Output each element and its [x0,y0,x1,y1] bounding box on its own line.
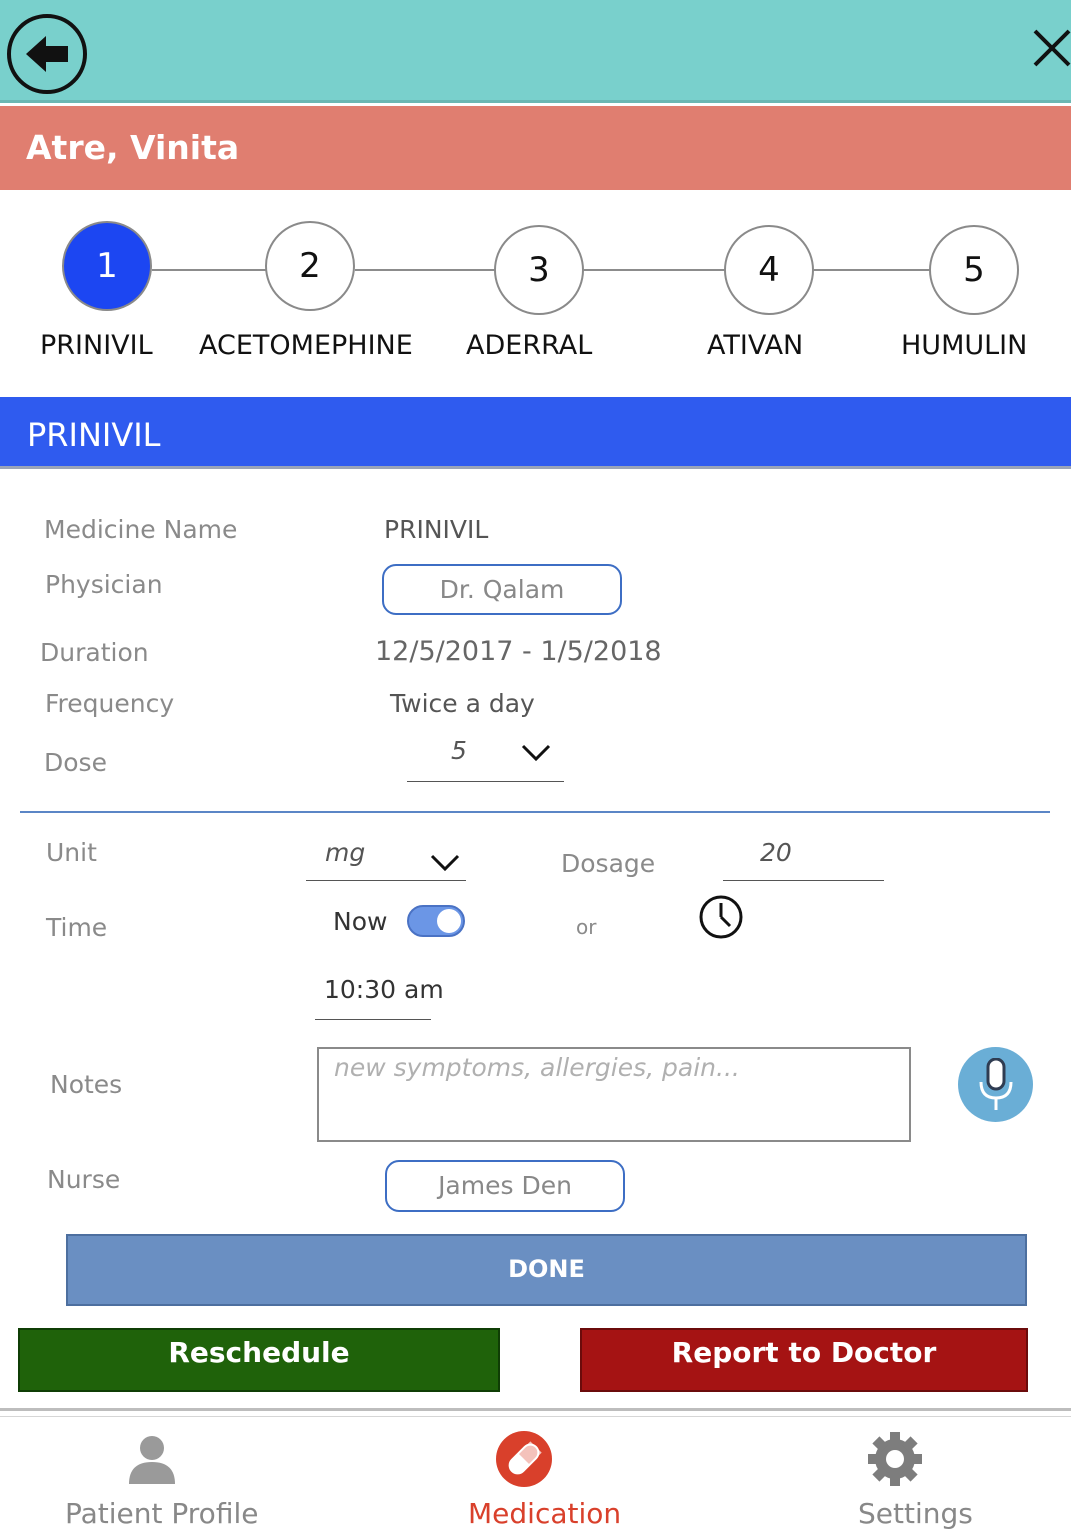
physician-label: Physician [45,570,163,599]
time-underline [315,1019,431,1020]
patient-name: Atre, Vinita [26,128,240,167]
back-button[interactable] [7,14,87,94]
dose-underline [407,781,564,782]
nurse-label: Nurse [47,1165,121,1194]
step-label-4[interactable]: ATIVAN [707,330,803,361]
physician-field[interactable]: Dr. Qalam [382,564,622,615]
time-value[interactable]: 10:30 am [324,975,444,1004]
dosage-label: Dosage [561,849,656,878]
step-connector [152,269,266,271]
now-label: Now [333,907,388,936]
nav-patient-profile[interactable]: Patient Profile [65,1497,258,1530]
step-connector [355,269,495,271]
medicine-name-label: Medicine Name [44,515,238,544]
step-label-2[interactable]: ACETOMEPHINE [199,330,413,361]
arrow-left-circle-icon [26,36,68,72]
duration-value: 12/5/2017 - 1/5/2018 [375,636,662,667]
now-toggle[interactable] [407,905,465,937]
unit-underline [306,880,466,881]
nurse-field[interactable]: James Den [385,1160,625,1212]
step-1[interactable]: 1 [62,221,152,311]
dosage-underline [723,880,884,881]
step-label-3[interactable]: ADERRAL [466,330,592,361]
frequency-value: Twice a day [390,689,535,718]
dose-label: Dose [44,748,107,777]
microphone-icon [979,1058,1013,1110]
step-label-5[interactable]: HUMULIN [901,330,1027,361]
toggle-knob [437,909,461,933]
section-title: PRINIVIL [27,416,161,454]
notes-label: Notes [50,1070,123,1099]
dosage-value[interactable]: 20 [760,838,792,867]
pill-icon[interactable] [495,1430,553,1488]
clock-icon[interactable] [698,894,744,940]
time-label: Time [46,913,108,942]
frequency-label: Frequency [45,689,175,718]
step-connector [814,269,930,271]
step-label-1[interactable]: PRINIVIL [40,330,153,361]
report-to-doctor-button[interactable]: Report to Doctor [580,1328,1028,1392]
reschedule-button[interactable]: Reschedule [18,1328,500,1392]
medicine-name-value: PRINIVIL [384,515,489,544]
chevron-down-icon[interactable] [430,854,460,872]
duration-label: Duration [40,638,149,667]
form-divider [20,811,1050,813]
dose-value[interactable]: 5 [451,736,467,765]
microphone-button[interactable] [958,1047,1033,1122]
gear-icon[interactable] [866,1430,924,1488]
nav-settings[interactable]: Settings [858,1497,973,1530]
top-bar [0,0,1071,103]
unit-value[interactable]: mg [325,838,365,867]
close-icon [1033,29,1071,67]
or-label: or [576,915,597,939]
unit-label: Unit [46,838,97,867]
done-button[interactable]: DONE [66,1234,1027,1306]
notes-placeholder: new symptoms, allergies, pain... [334,1053,740,1082]
step-connector [584,269,725,271]
step-2[interactable]: 2 [265,221,355,311]
person-icon[interactable] [127,1434,177,1484]
step-5[interactable]: 5 [929,225,1019,315]
step-3[interactable]: 3 [494,225,584,315]
step-4[interactable]: 4 [724,225,814,315]
close-button[interactable] [1032,28,1071,68]
chevron-down-icon[interactable] [521,744,551,762]
nav-medication[interactable]: Medication [468,1497,621,1530]
